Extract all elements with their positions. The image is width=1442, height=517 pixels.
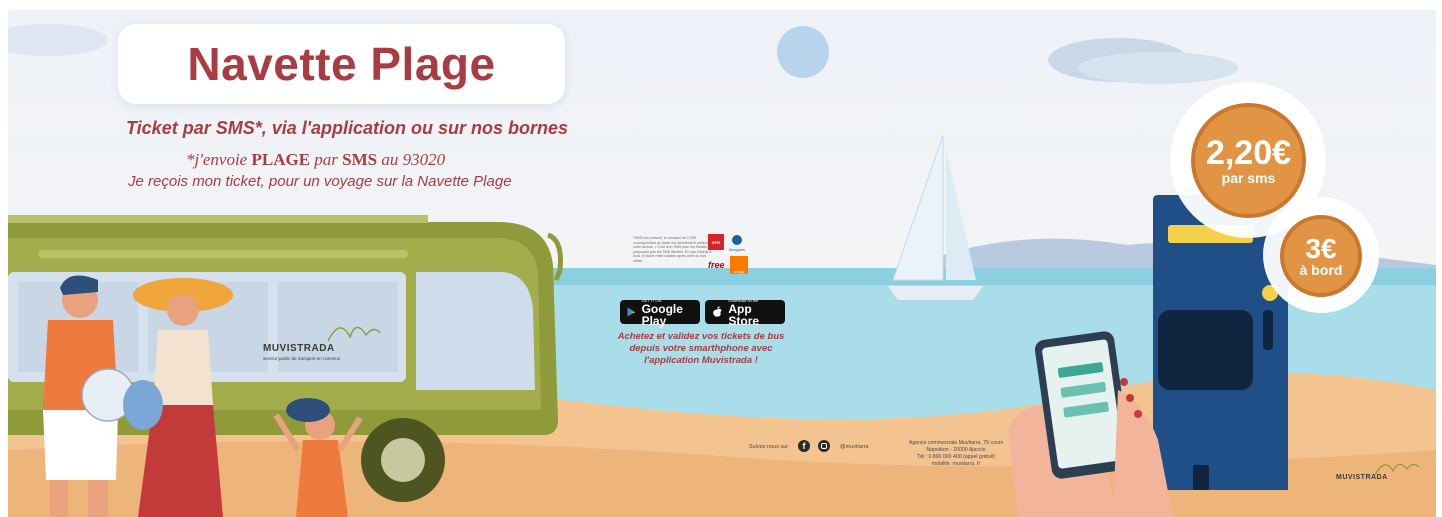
footer-brand: MUVISTRADA — [1336, 474, 1388, 481]
sms-prefix: *j'envoie — [186, 150, 248, 169]
sms-instruction: *j'envoie PLAGE par SMS au 93020 — [186, 150, 445, 170]
agency-line-1: Agence commerciale Muvitarra, 75 cours — [908, 440, 1004, 446]
onboard-price: 3€ — [1305, 232, 1337, 264]
page-title: Navette Plage — [187, 38, 496, 90]
sms-middle: par — [314, 150, 338, 169]
ticket-options-text: Ticket par SMS*, via l'application ou su… — [126, 118, 569, 138]
operator-logos: SFR Bouygues free orange — [708, 234, 748, 276]
agency-website: mobilite. muvitarra. fr — [931, 461, 981, 467]
onboard-price-label: à bord — [1299, 261, 1343, 278]
social-handle: @muvitarra — [840, 444, 869, 450]
sun — [777, 26, 829, 78]
agency-line-3: Tél : 0 800 000 400 (appel gratuit) — [916, 454, 996, 460]
poster-canvas: Navette Plage Ticket par SMS*, via l'app… — [8, 10, 1436, 517]
bouygues-logo: Bouygues — [728, 234, 746, 252]
title-card: Navette Plage — [118, 24, 565, 104]
app-store-badge[interactable]: Download on the App Store — [705, 298, 785, 328]
follow-us-text: Suivez nous sur — [749, 444, 789, 450]
sms-number: au 93020 — [381, 150, 446, 169]
google-play-name: Google Play — [641, 301, 683, 328]
muvistrada-logo-swirl — [327, 326, 381, 342]
free-logo: free — [708, 260, 725, 270]
bouygues-label: Bouygues — [729, 248, 745, 252]
sfr-logo: SFR — [708, 234, 724, 250]
google-play-badge[interactable]: GET IT ON Google Play — [620, 298, 700, 328]
agency-contact: Agence commerciale Muvitarra, 75 cours N… — [896, 440, 1016, 468]
sms-keyword: PLAGE — [251, 150, 311, 169]
sms-word: SMS — [342, 150, 378, 169]
onboard-price-badge: 3€ à bord — [1280, 215, 1362, 297]
google-play-icon — [627, 307, 636, 317]
app-store-name: App Store — [728, 301, 760, 328]
ticket-receipt-text: Je reçois mon ticket, pour un voyage sur… — [128, 173, 512, 190]
bus-brand: MUVISTRADA — [263, 343, 335, 354]
app-promo-text: Achetez et validez vos tickets de bus de… — [617, 331, 785, 366]
sms-price: 2,20€ — [1205, 133, 1292, 172]
instagram-icon[interactable] — [818, 440, 830, 452]
sms-price-badge: 2,20€ par sms — [1191, 103, 1306, 218]
sms-price-label: par sms — [1221, 169, 1276, 186]
agency-line-2: Napoléon - 20000 Ajaccio — [926, 447, 986, 453]
apple-icon — [713, 306, 722, 317]
sms-fine-print: *SMS non surtaxé, le montant de 2,20€ co… — [633, 236, 715, 263]
facebook-icon[interactable]: f — [798, 440, 810, 452]
orange-logo: orange — [730, 256, 748, 274]
poster-page: Navette Plage Ticket par SMS*, via l'app… — [0, 0, 1442, 517]
bus-tagline: service public de transport en commun — [263, 356, 341, 361]
